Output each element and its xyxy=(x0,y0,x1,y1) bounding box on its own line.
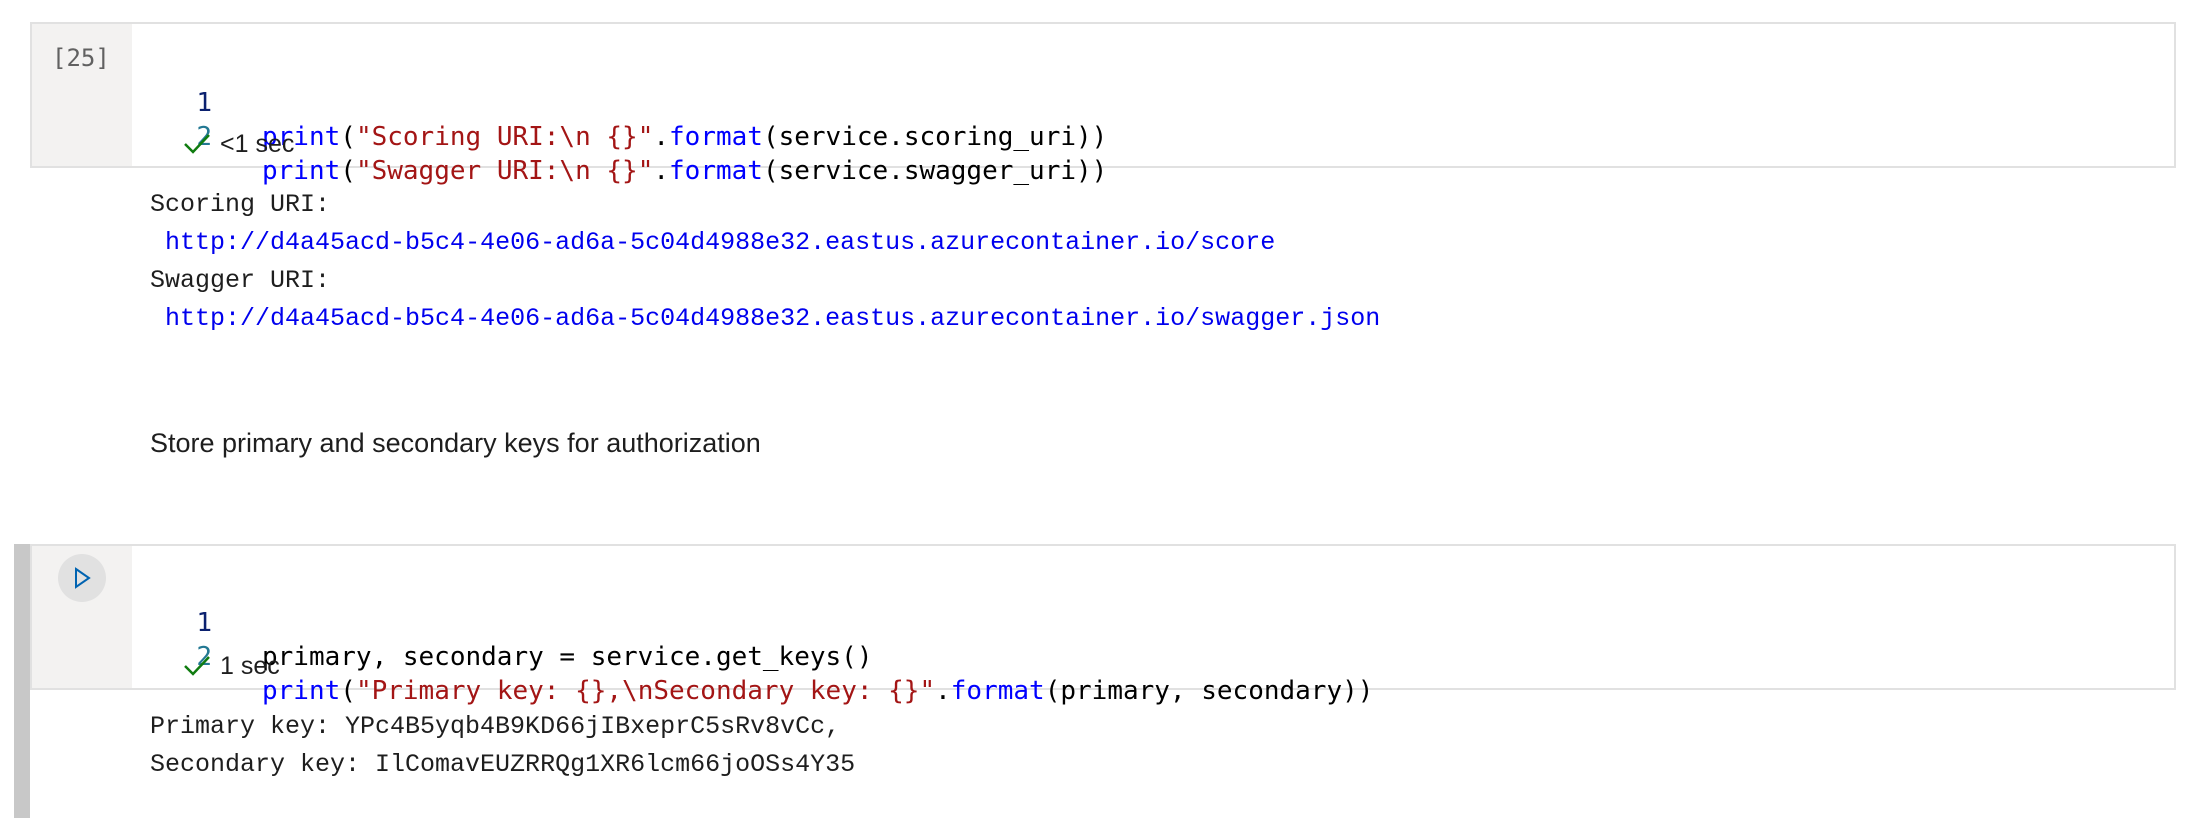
code-text: primary, secondary = service.get_keys() xyxy=(262,640,872,674)
execution-status: 1 sec xyxy=(182,648,280,684)
code-token: (service.scoring_uri)) xyxy=(762,122,1108,152)
scoring-uri-label: Scoring URI: xyxy=(150,190,331,219)
cell-output-1: Scoring URI: http://d4a45acd-b5c4-4e06-a… xyxy=(150,186,1380,338)
code-token-str: "Primary key: {},\nSecondary key: {}" xyxy=(355,676,936,706)
cell-gutter xyxy=(32,546,132,688)
checkmark-icon xyxy=(184,134,210,154)
code-token-kw: format xyxy=(669,156,763,186)
code-token: . xyxy=(653,156,670,186)
code-text: print("Scoring URI:\n {}".format(service… xyxy=(262,120,1107,154)
swagger-uri-link[interactable]: http://d4a45acd-b5c4-4e06-ad6a-5c04d4988… xyxy=(165,304,1380,333)
markdown-cell-text: Store primary and secondary keys for aut… xyxy=(150,428,761,458)
code-token-kw: format xyxy=(669,122,763,152)
code-token-kw: format xyxy=(950,676,1045,706)
active-cell-indicator xyxy=(14,544,30,818)
code-text: print("Primary key: {},\nSecondary key: … xyxy=(262,674,1373,708)
execution-count: [25] xyxy=(52,44,110,72)
code-line[interactable]: 2 print("Swagger URI:\n {}".format(servi… xyxy=(132,86,1107,186)
cell-gutter: [25] xyxy=(32,24,132,166)
code-token: primary, secondary = service.get_keys() xyxy=(262,642,873,672)
run-cell-button[interactable] xyxy=(58,554,106,602)
code-token: ( xyxy=(340,156,356,186)
checkmark-icon xyxy=(184,656,210,676)
primary-key-output: Primary key: YPc4B5yqb4B9KD66jIBxeprC5sR… xyxy=(150,712,841,741)
code-token: (primary, secondary)) xyxy=(1044,676,1374,706)
code-token: ( xyxy=(340,122,356,152)
run-cell-icon xyxy=(75,567,91,589)
code-line[interactable]: 1 print("Scoring URI:\n {}".format(servi… xyxy=(132,52,1107,152)
code-cell-2[interactable]: 1 primary, secondary = service.get_keys(… xyxy=(30,544,2176,706)
code-line[interactable]: 2 print("Primary key: {},\nSecondary key… xyxy=(132,606,1373,706)
swagger-uri-label: Swagger URI: xyxy=(150,266,331,295)
code-editor[interactable]: 1 primary, secondary = service.get_keys(… xyxy=(132,546,2174,706)
code-cell-1[interactable]: [25] 1 print("Scoring URI:\n {}".format(… xyxy=(30,22,2176,186)
execution-status: <1 sec xyxy=(182,126,294,162)
code-token-str: "Scoring URI:\n {}" xyxy=(355,122,654,152)
code-line[interactable]: 1 primary, secondary = service.get_keys(… xyxy=(132,572,872,672)
secondary-key-output: Secondary key: IlComavEUZRRQg1XR6lcm66jo… xyxy=(150,750,856,779)
code-token: ( xyxy=(340,676,356,706)
code-token: . xyxy=(653,122,670,152)
execution-time: 1 sec xyxy=(220,651,280,680)
code-token-str: "Swagger URI:\n {}" xyxy=(355,156,654,186)
execution-time: <1 sec xyxy=(220,129,295,158)
code-editor[interactable]: 1 print("Scoring URI:\n {}".format(servi… xyxy=(132,24,2174,186)
code-text: print("Swagger URI:\n {}".format(service… xyxy=(262,154,1107,188)
cell-output-2: Primary key: YPc4B5yqb4B9KD66jIBxeprC5sR… xyxy=(150,708,855,784)
code-token: . xyxy=(935,676,951,706)
scoring-uri-link[interactable]: http://d4a45acd-b5c4-4e06-ad6a-5c04d4988… xyxy=(165,228,1275,257)
code-token: (service.swagger_uri)) xyxy=(762,156,1108,186)
